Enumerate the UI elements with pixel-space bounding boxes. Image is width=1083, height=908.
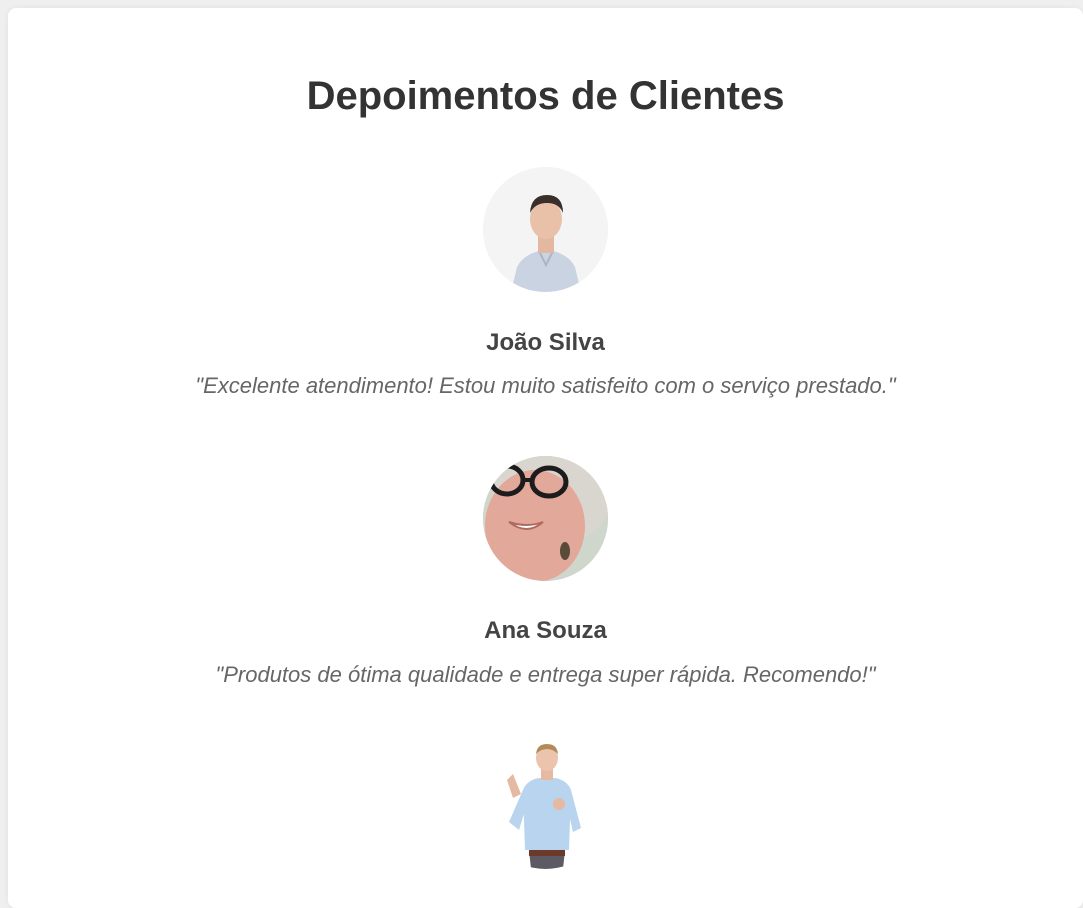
avatar-joao-silva — [483, 167, 608, 292]
testimonial-name: João Silva — [486, 329, 605, 356]
man-gesturing-icon — [483, 744, 608, 869]
woman-portrait-icon — [483, 456, 608, 581]
testimonials-card: Depoimentos de Clientes João Silva "Exce… — [8, 8, 1083, 908]
avatar-third-customer — [483, 744, 608, 869]
avatar-ana-souza — [483, 456, 608, 581]
man-portrait-icon — [483, 167, 608, 292]
testimonial-name: Ana Souza — [484, 617, 607, 644]
page-title: Depoimentos de Clientes — [306, 74, 785, 118]
testimonial-quote: "Excelente atendimento! Estou muito sati… — [195, 373, 896, 398]
testimonial-quote: "Produtos de ótima qualidade e entrega s… — [215, 662, 876, 687]
